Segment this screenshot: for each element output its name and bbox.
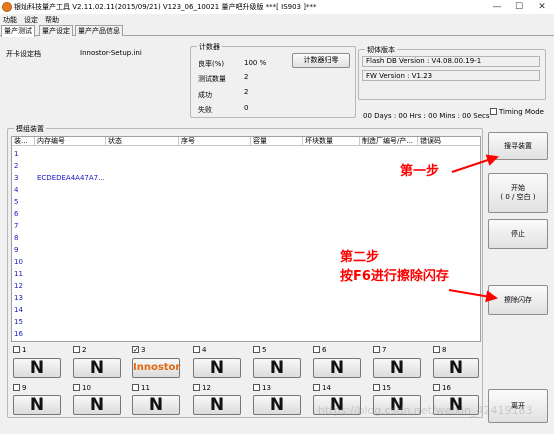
arrow-to-erase: [448, 289, 498, 303]
watermark: https://blog.csdn.net/weixin_42419183: [318, 404, 533, 417]
arrow-to-search: [451, 154, 499, 173]
annotation-arrows: [448, 154, 499, 303]
